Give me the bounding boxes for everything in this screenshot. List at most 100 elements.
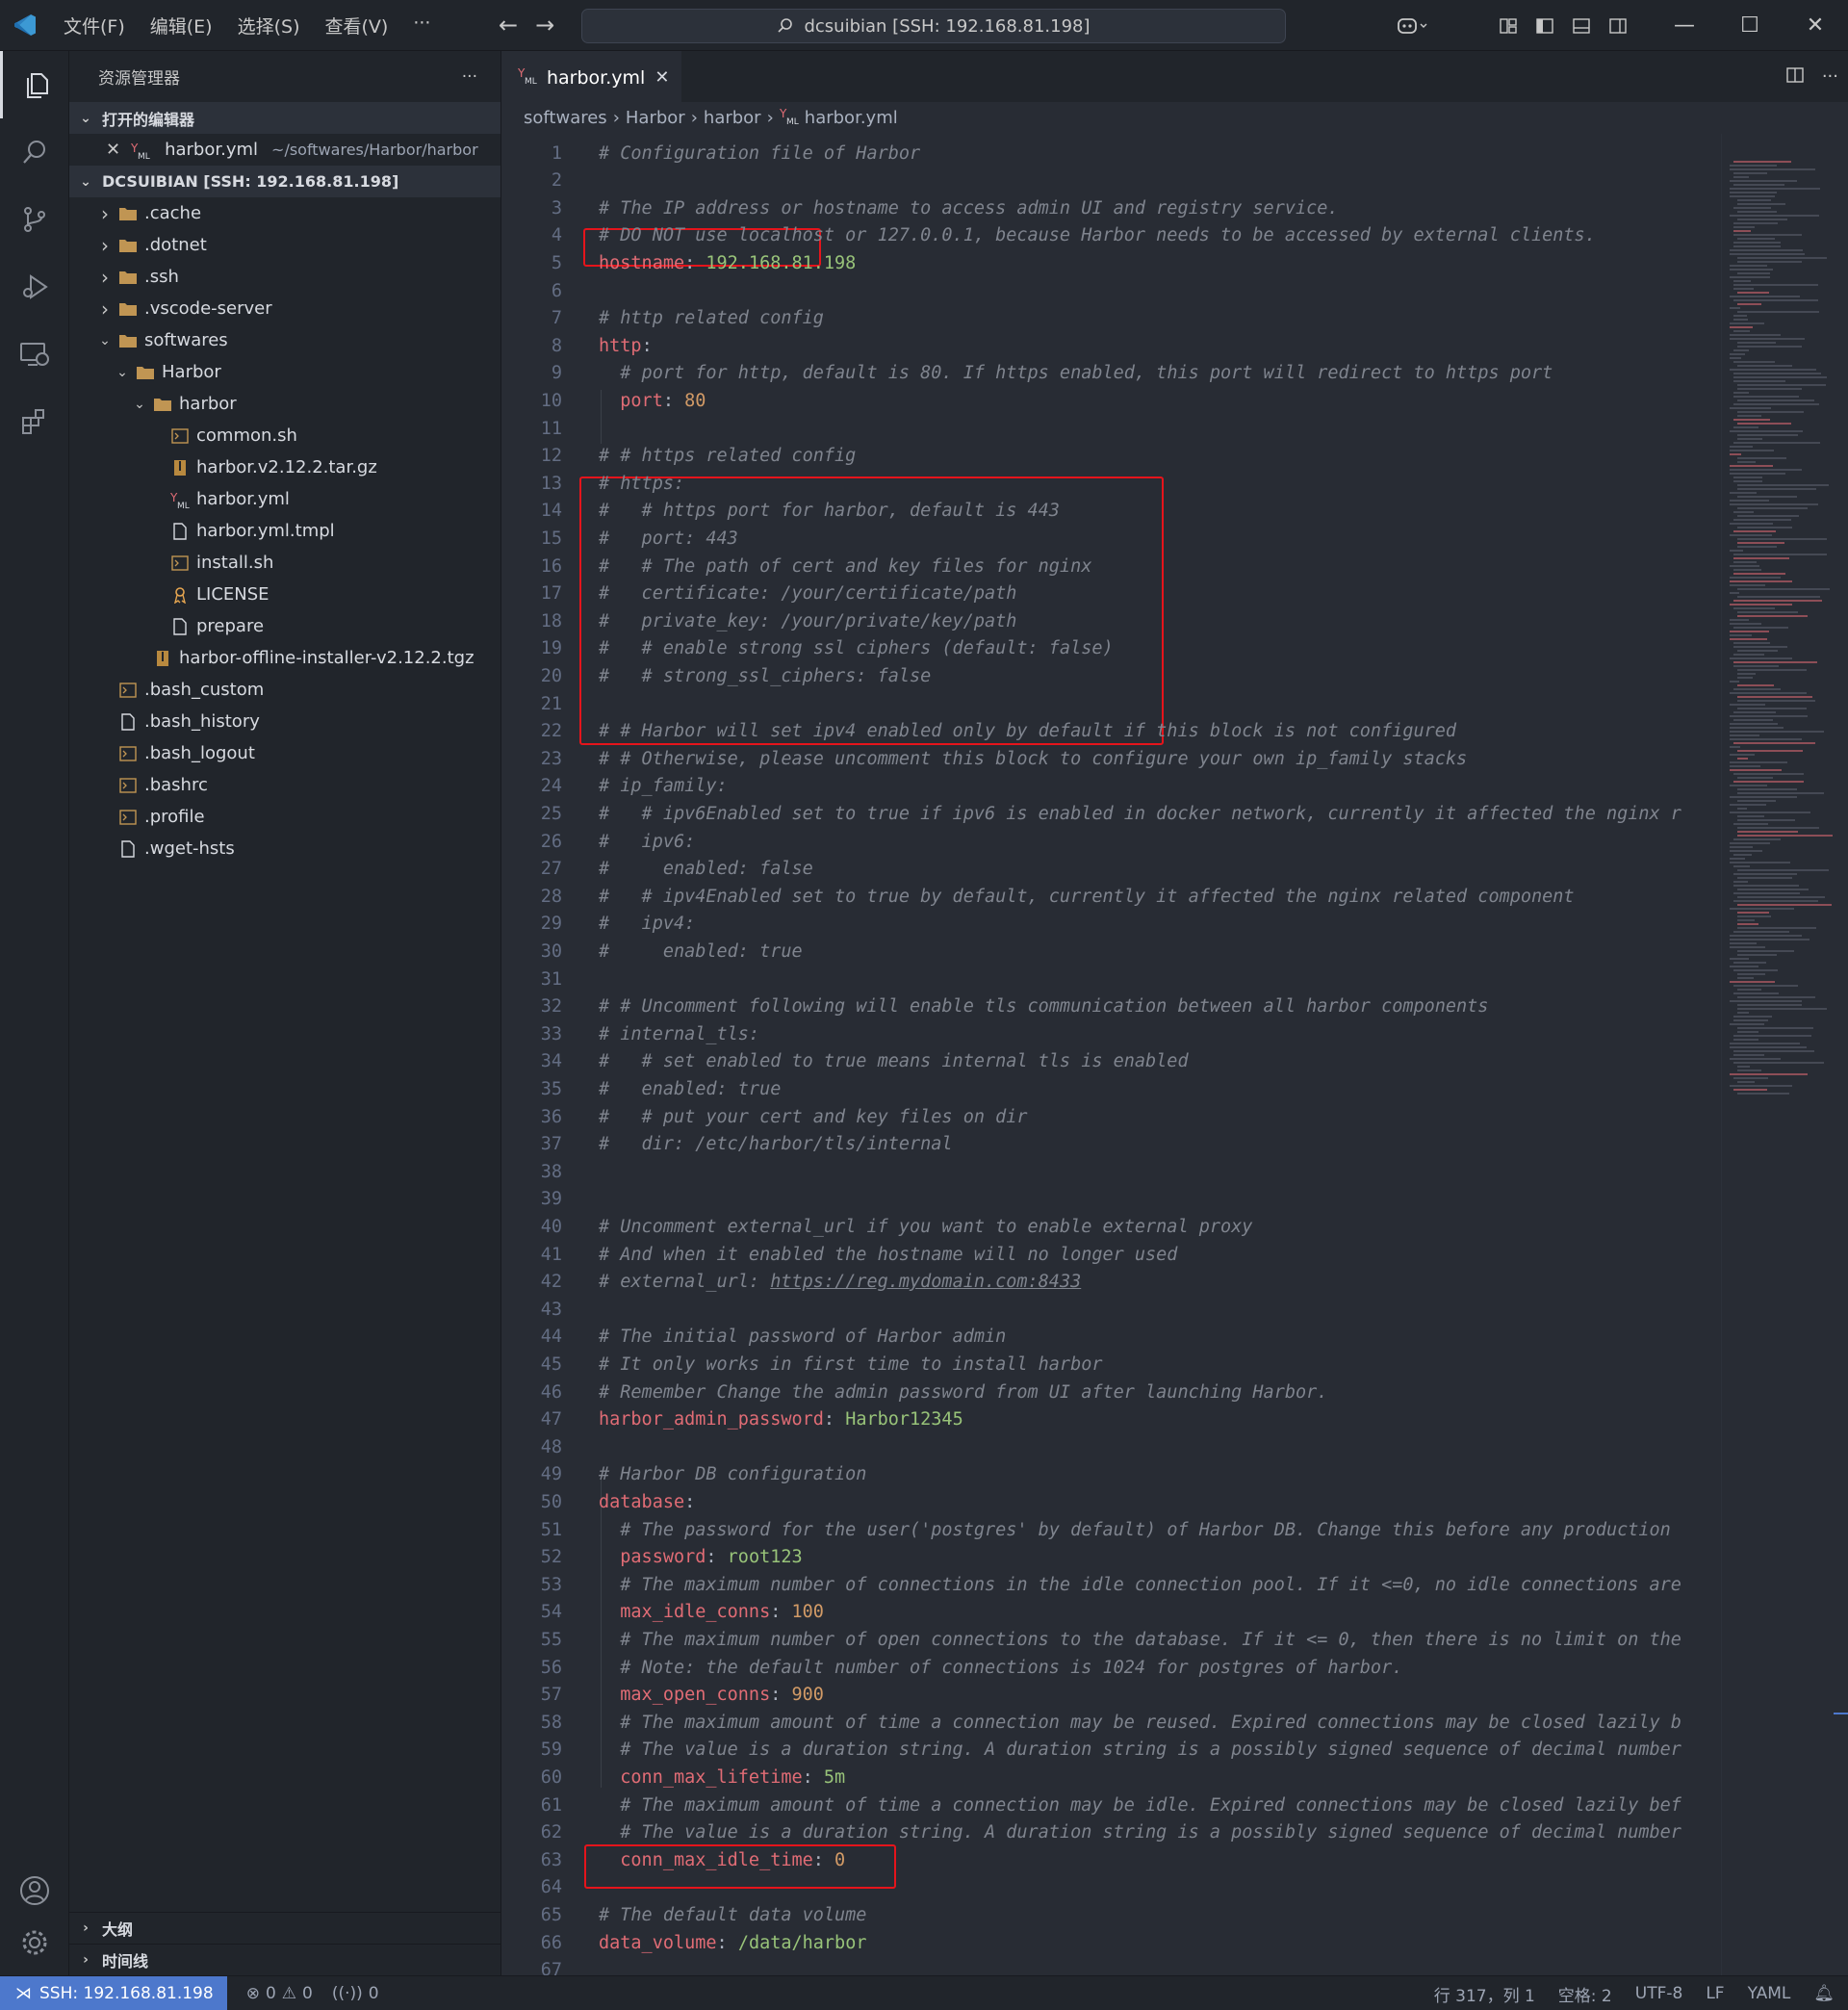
code-line: 37 # dir: /etc/harbor/tls/internal: [502, 1131, 1721, 1158]
line-number: 56: [540, 1657, 562, 1678]
indentation[interactable]: 空格: 2: [1558, 1982, 1612, 2006]
tree-folder[interactable]: › .ssh: [69, 261, 500, 293]
menu-edit[interactable]: 编辑(E): [141, 9, 222, 42]
tree-file[interactable]: .wget-hsts: [69, 833, 500, 864]
minimap-line: [1730, 761, 1787, 763]
tree-file[interactable]: prepare: [69, 610, 500, 642]
open-editors-header[interactable]: ⌄ 打开的编辑器: [69, 102, 500, 134]
menu-selection[interactable]: 选择(S): [228, 9, 310, 42]
minimap-line: [1737, 596, 1820, 598]
explorer-icon[interactable]: [0, 51, 69, 118]
gear-icon[interactable]: [0, 1909, 69, 1976]
code-line: 16 # # The path of cert and key files for…: [502, 553, 1721, 580]
minimap-line: [1730, 966, 1758, 967]
tree-file[interactable]: .bash_history: [69, 706, 500, 737]
breadcrumb-item[interactable]: Harbor: [626, 108, 685, 128]
toggle-primary-sidebar-icon[interactable]: [1527, 0, 1563, 51]
toggle-panel-icon[interactable]: [1563, 0, 1600, 51]
open-editor-item[interactable]: ✕ Y ML harbor.yml ~/softwares/Harbor/harb…: [69, 134, 500, 166]
forward-arrow-icon[interactable]: →: [535, 12, 554, 39]
outline-header[interactable]: › 大纲: [69, 1912, 501, 1944]
back-arrow-icon[interactable]: ←: [499, 12, 518, 39]
line-number: 1: [551, 142, 562, 164]
tree-file[interactable]: .bash_logout: [69, 737, 500, 769]
encoding[interactable]: UTF-8: [1635, 1984, 1683, 2003]
minimap-line: [1730, 430, 1803, 432]
close-icon[interactable]: ✕: [1783, 0, 1848, 51]
tree-file[interactable]: LICENSE: [69, 579, 500, 610]
yaml-file-icon: Y ML: [779, 106, 799, 130]
menu-more[interactable]: ···: [403, 9, 440, 42]
search-icon[interactable]: [0, 118, 69, 186]
minimize-icon[interactable]: —: [1652, 0, 1717, 51]
toggle-secondary-sidebar-icon[interactable]: [1600, 0, 1636, 51]
cursor-position[interactable]: 行 317，列 1: [1434, 1982, 1535, 2006]
folder-icon: [116, 333, 141, 348]
tab-label: harbor.yml: [547, 66, 646, 89]
minimap-line: [1733, 242, 1781, 244]
tree-file[interactable]: harbor-offline-installer-v2.12.2.tgz: [69, 642, 500, 674]
more-actions-icon[interactable]: ···: [462, 67, 477, 87]
minimap-line: [1737, 292, 1769, 294]
chevron-right-icon: ›: [766, 108, 774, 128]
shell-file-icon: [116, 777, 141, 793]
breadcrumb-item[interactable]: harbor.yml: [805, 108, 898, 128]
tree-file[interactable]: .profile: [69, 801, 500, 833]
tree-folder[interactable]: ⌄ softwares: [69, 324, 500, 356]
language-mode[interactable]: YAML: [1748, 1984, 1791, 2003]
copilot-icon[interactable]: [1384, 0, 1442, 51]
tree-file[interactable]: install.sh: [69, 547, 500, 579]
breadcrumb-item[interactable]: softwares: [524, 108, 607, 128]
minimap-line: [1730, 469, 1802, 471]
timeline-header[interactable]: › 时间线: [69, 1944, 501, 1975]
maximize-icon[interactable]: ☐: [1717, 0, 1783, 51]
code-line: 47 harbor_admin_password: Harbor12345: [502, 1406, 1721, 1433]
close-tab-icon[interactable]: ✕: [654, 67, 669, 88]
ports-indicator[interactable]: ((·)) 0: [332, 1984, 379, 2003]
code-editor[interactable]: 1 # Configuration file of Harbor 2 3 # The I…: [502, 134, 1721, 1976]
tree-folder[interactable]: › .cache: [69, 197, 500, 229]
problems-indicator[interactable]: ⊗ 0 ⚠ 0: [246, 1984, 313, 2003]
menu-view[interactable]: 查看(V): [316, 9, 398, 42]
menu-file[interactable]: 文件(F): [54, 9, 135, 42]
tree-folder[interactable]: ⌄ harbor: [69, 388, 500, 420]
code-line: 60 conn_max_lifetime: 5m: [502, 1764, 1721, 1791]
remote-explorer-icon[interactable]: [0, 321, 69, 388]
tree-folder[interactable]: ⌄ Harbor: [69, 356, 500, 388]
tree-file[interactable]: .bash_custom: [69, 674, 500, 706]
notifications-bell-icon[interactable]: 🔔︎: [1813, 1984, 1835, 2003]
tree-file[interactable]: common.sh: [69, 420, 500, 451]
tree-folder[interactable]: › .dotnet: [69, 229, 500, 261]
more-actions-icon[interactable]: ···: [1822, 66, 1838, 87]
minimap-line: [1730, 727, 1784, 729]
breadcrumb-item[interactable]: harbor: [704, 108, 761, 128]
code-token: # Uncomment external_url if you want to …: [599, 1216, 1253, 1237]
command-center[interactable]: dcsuibian [SSH: 192.168.81.198]: [581, 9, 1286, 43]
minimap-line: [1737, 696, 1812, 698]
minimap-slider[interactable]: [1834, 1713, 1848, 1714]
code-token: # enabled: true: [599, 1078, 782, 1099]
line-number: 39: [540, 1189, 562, 1210]
minimap[interactable]: [1721, 134, 1848, 1975]
tree-folder[interactable]: › .vscode-server: [69, 293, 500, 324]
extensions-icon[interactable]: [0, 388, 69, 455]
minimap-line: [1737, 915, 1771, 917]
minimap-line: [1737, 904, 1832, 906]
customize-layout-icon[interactable]: [1490, 0, 1527, 51]
tree-file[interactable]: .bashrc: [69, 769, 500, 801]
end-of-line[interactable]: LF: [1706, 1984, 1724, 2003]
tree-file[interactable]: harbor.v2.12.2.tar.gz: [69, 451, 500, 483]
run-debug-icon[interactable]: [0, 253, 69, 321]
workspace-header[interactable]: ⌄ DCSUIBIAN [SSH: 192.168.81.198]: [69, 166, 500, 197]
close-editor-icon[interactable]: ✕: [106, 140, 120, 160]
tree-file[interactable]: harbor.yml.tmpl: [69, 515, 500, 547]
tree-item-label: prepare: [196, 616, 265, 636]
split-editor-icon[interactable]: [1785, 65, 1805, 89]
shell-file-icon: [167, 554, 192, 571]
tab-harbor-yml[interactable]: Y ML harbor.yml ✕: [502, 51, 681, 102]
remote-indicator[interactable]: ⋊ SSH: 192.168.81.198: [0, 1975, 227, 2010]
search-icon: [778, 18, 793, 33]
tree-file[interactable]: Y ML harbor.yml: [69, 483, 500, 515]
source-control-icon[interactable]: [0, 186, 69, 253]
